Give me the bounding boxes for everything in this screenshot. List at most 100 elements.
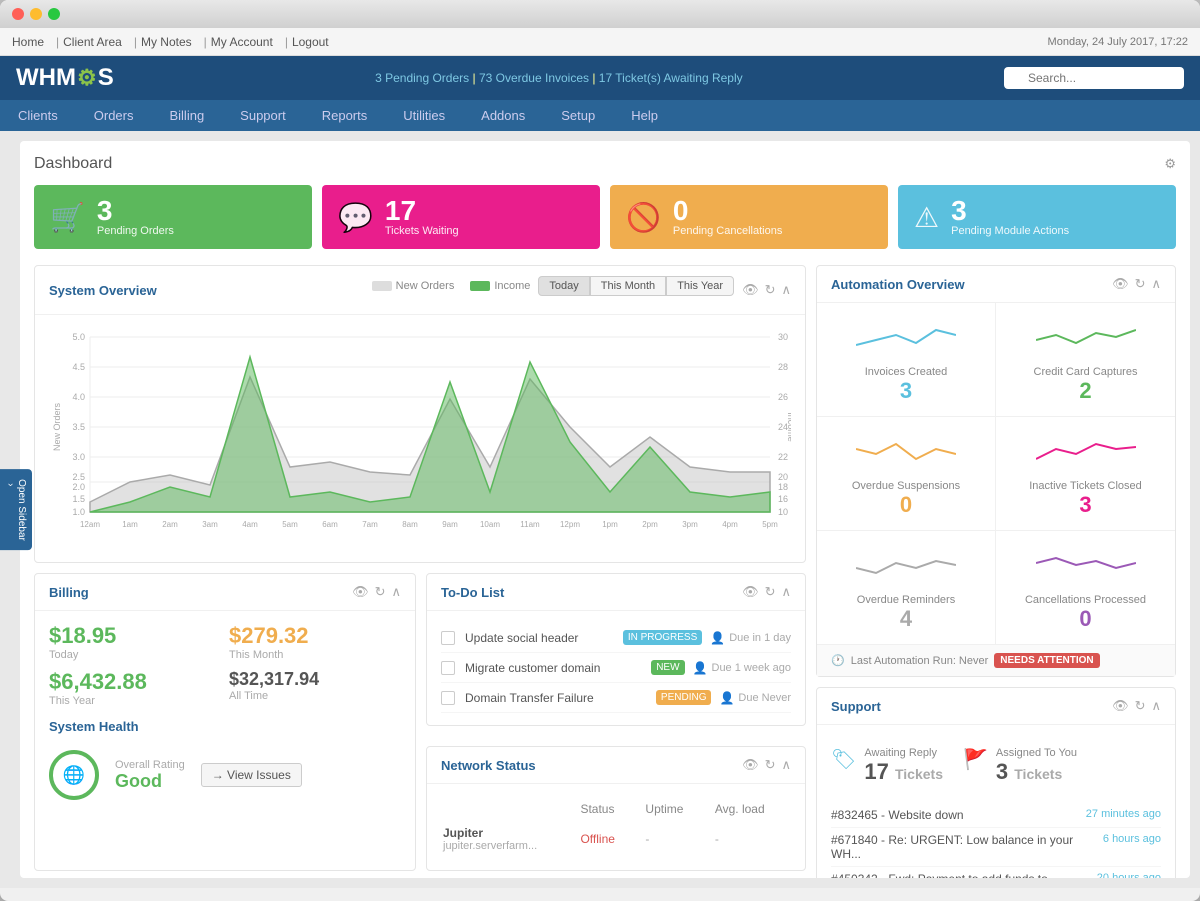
pending-cancellations-label: Pending Cancellations — [673, 225, 782, 237]
svg-text:4.5: 4.5 — [72, 362, 85, 372]
network-server-name: Jupiter — [443, 826, 562, 840]
todo-section: To-Do List 👁 ↻ ∧ — [426, 573, 806, 726]
refresh-icon[interactable]: ↻ — [765, 282, 776, 298]
todo-checkbox-3[interactable] — [441, 691, 455, 705]
nav-client-area[interactable]: Client Area — [63, 35, 122, 49]
nav-home[interactable]: Home — [12, 35, 44, 49]
svg-text:7am: 7am — [362, 520, 378, 529]
tag-icon: 🏷 — [831, 747, 856, 772]
pending-cancellations-count: 0 — [673, 197, 782, 225]
todo-refresh-icon[interactable]: ↻ — [765, 584, 776, 600]
tickets-waiting-count: 17 — [385, 197, 459, 225]
health-circle-icon: 🌐 — [49, 750, 99, 800]
auto-visibility-icon[interactable]: 👁 — [1112, 276, 1129, 292]
billing-visibility-icon[interactable]: 👁 — [352, 584, 369, 600]
support-visibility-icon[interactable]: 👁 — [1112, 698, 1129, 714]
network-status-body: Status Uptime Avg. load — [427, 784, 805, 870]
todo-checkbox-1[interactable] — [441, 631, 455, 645]
stat-pending-module-actions[interactable]: ⚠ 3 Pending Module Actions — [898, 185, 1176, 249]
svg-text:5pm: 5pm — [762, 520, 778, 529]
billing-collapse-icon[interactable]: ∧ — [391, 584, 401, 600]
todo-badge-2: NEW — [651, 660, 684, 675]
nav-utilities[interactable]: Utilities — [385, 100, 463, 131]
todo-label-3: Domain Transfer Failure — [465, 691, 652, 705]
todo-collapse-icon[interactable]: ∧ — [781, 584, 791, 600]
visibility-icon[interactable]: 👁 — [742, 282, 759, 298]
support-refresh-icon[interactable]: ↻ — [1135, 698, 1146, 714]
awaiting-reply-count: 17 Tickets — [864, 759, 943, 785]
auto-credit-card-label: Credit Card Captures — [1008, 366, 1163, 378]
clock-icon: 🕐 — [831, 654, 845, 667]
todo-checkbox-2[interactable] — [441, 661, 455, 675]
nav-setup[interactable]: Setup — [543, 100, 613, 131]
svg-text:22: 22 — [778, 452, 788, 462]
collapse-icon[interactable]: ∧ — [781, 282, 791, 298]
dashboard-settings-icon[interactable]: ⚙ — [1164, 156, 1176, 172]
nav-logout[interactable]: Logout — [292, 35, 329, 49]
ticket-link-2[interactable]: #671840 - Re: URGENT: Low balance in you… — [831, 833, 1095, 861]
section-action-icons: 👁 ↻ ∧ — [742, 282, 791, 298]
auto-overdue-reminders-label: Overdue Reminders — [829, 594, 983, 606]
tickets-awaiting-alert[interactable]: 17 Ticket(s) Awaiting Reply — [599, 71, 743, 85]
billing-refresh-icon[interactable]: ↻ — [375, 584, 386, 600]
nav-orders[interactable]: Orders — [76, 100, 152, 131]
svg-text:4.0: 4.0 — [72, 392, 85, 402]
overall-rating-label: Overall Rating — [115, 759, 185, 771]
pending-module-actions-label: Pending Module Actions — [951, 225, 1069, 237]
search-input[interactable] — [1004, 67, 1184, 89]
dashboard-panel: Dashboard ⚙ 🛒 3 Pending Orders 💬 — [20, 141, 1190, 878]
chart-btn-this-month[interactable]: This Month — [590, 276, 666, 296]
ticket-item-2: #671840 - Re: URGENT: Low balance in you… — [831, 828, 1161, 867]
todo-visibility-icon[interactable]: 👁 — [742, 584, 759, 600]
chart-btn-today[interactable]: Today — [538, 276, 589, 296]
nav-my-notes[interactable]: My Notes — [141, 35, 192, 49]
svg-text:2am: 2am — [162, 520, 178, 529]
todo-due-2: Due 1 week ago — [712, 662, 792, 674]
nav-support[interactable]: Support — [222, 100, 304, 131]
support-collapse-icon[interactable]: ∧ — [1151, 698, 1161, 714]
stat-pending-cancellations[interactable]: 🚫 0 Pending Cancellations — [610, 185, 888, 249]
auto-collapse-icon[interactable]: ∧ — [1151, 276, 1161, 292]
chart-btn-this-year[interactable]: This Year — [666, 276, 734, 296]
ticket-link-3[interactable]: #450342 - Fwd: Payment to add funds to R… — [831, 872, 1089, 878]
svg-text:1am: 1am — [122, 520, 138, 529]
pending-orders-alert[interactable]: 3 Pending Orders — [375, 71, 469, 85]
svg-text:2pm: 2pm — [642, 520, 658, 529]
billing-today: $18.95 Today — [49, 623, 221, 661]
svg-text:3.5: 3.5 — [72, 422, 85, 432]
support-title: Support — [831, 699, 881, 714]
open-sidebar-tab[interactable]: Open Sidebar › — [0, 469, 32, 551]
nav-reports[interactable]: Reports — [304, 100, 386, 131]
nav-my-account[interactable]: My Account — [211, 35, 273, 49]
stat-pending-orders[interactable]: 🛒 3 Pending Orders — [34, 185, 312, 249]
network-refresh-icon[interactable]: ↻ — [765, 757, 776, 773]
nav-addons[interactable]: Addons — [463, 100, 543, 131]
svg-text:10: 10 — [778, 507, 788, 517]
view-issues-button[interactable]: → View Issues — [201, 763, 302, 787]
network-visibility-icon[interactable]: 👁 — [742, 757, 759, 773]
nav-help[interactable]: Help — [613, 100, 676, 131]
minimize-button[interactable] — [30, 8, 42, 20]
overdue-invoices-alert[interactable]: 73 Overdue Invoices — [479, 71, 589, 85]
close-button[interactable] — [12, 8, 24, 20]
overdue-reminders-chart — [856, 543, 956, 583]
stat-tickets-waiting[interactable]: 💬 17 Tickets Waiting — [322, 185, 600, 249]
ticket-link-1[interactable]: #832465 - Website down — [831, 808, 964, 822]
network-status-section: Network Status 👁 ↻ ∧ — [426, 746, 806, 871]
svg-text:11am: 11am — [520, 520, 540, 529]
billing-all-time-label: All Time — [229, 690, 401, 702]
network-collapse-icon[interactable]: ∧ — [781, 757, 791, 773]
network-row-jupiter: Jupiter jupiter.serverfarm... Offline - … — [443, 822, 789, 856]
pending-module-actions-count: 3 — [951, 197, 1069, 225]
svg-text:Income: Income — [786, 412, 791, 442]
legend-new-orders-color — [372, 281, 392, 291]
svg-text:9am: 9am — [442, 520, 458, 529]
maximize-button[interactable] — [48, 8, 60, 20]
svg-text:28: 28 — [778, 362, 788, 372]
auto-refresh-icon[interactable]: ↻ — [1135, 276, 1146, 292]
svg-text:2.5: 2.5 — [72, 472, 85, 482]
stats-row: 🛒 3 Pending Orders 💬 17 Tickets Waiting — [34, 185, 1176, 249]
nav-billing[interactable]: Billing — [151, 100, 222, 131]
nav-clients[interactable]: Clients — [0, 100, 76, 131]
pending-orders-label: Pending Orders — [97, 225, 174, 237]
